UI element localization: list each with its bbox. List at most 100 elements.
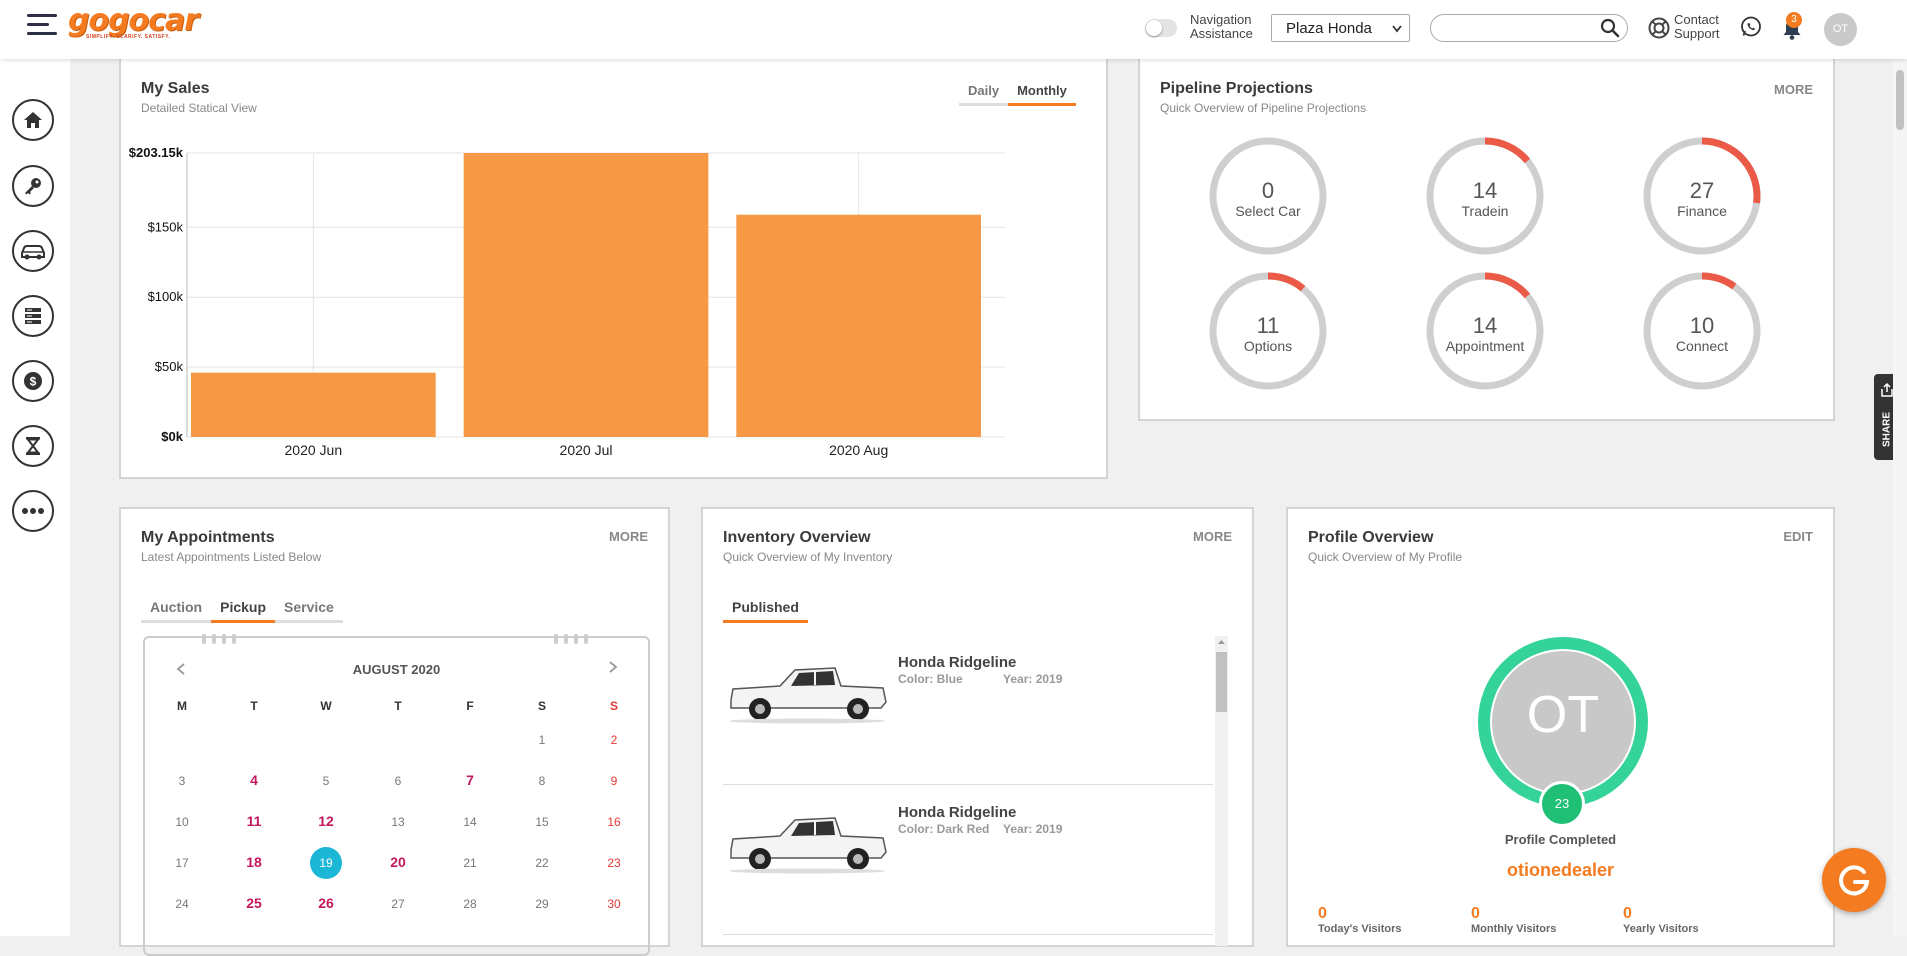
donut-label: Appointment bbox=[1446, 338, 1525, 354]
calendar-day: 11 bbox=[247, 813, 262, 829]
dealer-select[interactable]: Plaza Honda bbox=[1271, 14, 1410, 42]
inventory-overview-card: Inventory Overview Quick Overview of My … bbox=[701, 507, 1254, 947]
pipeline-donut-finance: 27Finance bbox=[1643, 137, 1761, 255]
page-scrollbar[interactable] bbox=[1893, 0, 1907, 936]
whatsapp-icon[interactable] bbox=[1739, 15, 1763, 39]
card-subtitle: Quick Overview of My Profile bbox=[1308, 550, 1463, 564]
inventory-scrollbar[interactable] bbox=[1215, 636, 1228, 946]
user-avatar[interactable]: OT bbox=[1824, 13, 1857, 46]
contact-support-link[interactable]: Contact Support bbox=[1674, 13, 1720, 41]
gogocar-g-icon bbox=[1839, 865, 1870, 896]
y-tick-label: $50k bbox=[155, 359, 184, 374]
sidebar-item-keys[interactable] bbox=[12, 165, 54, 207]
more-icon bbox=[22, 508, 44, 514]
my-sales-card: My Sales Detailed Statical View Daily Mo… bbox=[119, 46, 1108, 479]
calendar-day: 22 bbox=[535, 856, 549, 870]
calendar-day: 20 bbox=[390, 854, 406, 870]
profile-initials: OT bbox=[1526, 686, 1600, 744]
chevron-down-icon bbox=[1391, 15, 1403, 53]
visitor-stat: 0 Monthly Visitors bbox=[1471, 905, 1556, 935]
y-tick-label: $0k bbox=[161, 429, 183, 444]
pipeline-projections-card: Pipeline Projections Quick Overview of P… bbox=[1138, 46, 1835, 421]
tab-auction[interactable]: Auction bbox=[141, 599, 212, 623]
share-label: SHARE bbox=[1881, 412, 1893, 448]
calendar-grid: M T W T F S S1 23 4 5 6 7 8 910 11 12 13 14 15 1617 18 19 20 21… bbox=[175, 699, 621, 911]
gogocar-logo[interactable]: gogocar SIMPLIFY. CLARIFY. SATISFY. bbox=[68, 3, 199, 41]
home-icon bbox=[24, 112, 42, 128]
inventory-item[interactable]: Honda Ridgeline Color: Dark Red Year: 20… bbox=[723, 784, 1213, 935]
inventory-item[interactable]: Honda Ridgeline Color: Blue Year: 2019 bbox=[723, 634, 1213, 785]
pipeline-donuts: 0Select Car14Tradein27Finance11Options14… bbox=[1209, 137, 1761, 390]
appointments-more-link[interactable]: MORE bbox=[609, 529, 648, 544]
bar-2020-jul bbox=[463, 153, 709, 437]
calendar-day: 28 bbox=[463, 897, 477, 911]
dollar-icon: $ bbox=[24, 372, 42, 390]
visitor-count: 0 bbox=[1471, 905, 1480, 922]
donut-progress bbox=[1484, 137, 1531, 164]
donut-label: Connect bbox=[1676, 338, 1728, 354]
profile-username: otionedealer bbox=[1506, 860, 1615, 880]
scrollbar-thumb[interactable] bbox=[1216, 652, 1227, 712]
pipeline-donut-options: 11Options bbox=[1209, 272, 1327, 390]
visitor-stat: 0 Today's Visitors bbox=[1318, 905, 1402, 935]
car-image bbox=[729, 817, 887, 874]
donut-value: 27 bbox=[1690, 178, 1714, 203]
vehicle-year: Year: 2019 bbox=[1003, 822, 1063, 836]
scrollbar-thumb[interactable] bbox=[1896, 70, 1904, 130]
sidebar-item-more[interactable] bbox=[12, 490, 54, 532]
navigation-assistance-toggle[interactable] bbox=[1145, 19, 1177, 37]
calendar-day: 10 bbox=[175, 815, 189, 829]
vehicle-color: Color: Dark Red bbox=[898, 822, 990, 836]
sidebar-item-listings[interactable] bbox=[12, 295, 54, 337]
card-title: My Appointments bbox=[141, 529, 275, 546]
calendar-day: 5 bbox=[323, 774, 330, 788]
sidebar-item-history[interactable] bbox=[12, 425, 54, 467]
sidebar-item-home[interactable] bbox=[12, 99, 54, 141]
visitor-count: 0 bbox=[1623, 905, 1632, 922]
bar-2020-jun bbox=[191, 372, 436, 437]
scroll-up-icon[interactable] bbox=[1215, 636, 1228, 648]
x-tick-label: 2020 Jul bbox=[560, 442, 613, 458]
sidebar-item-inventory[interactable] bbox=[12, 230, 54, 272]
calendar-day: 30 bbox=[607, 897, 621, 911]
visitor-label: Today's Visitors bbox=[1318, 923, 1402, 935]
weekday-header: T bbox=[394, 699, 402, 713]
calendar-day: 21 bbox=[463, 856, 477, 870]
calendar-day: 2 bbox=[611, 733, 618, 747]
calendar-day: 15 bbox=[535, 815, 549, 829]
profile-edit-link[interactable]: EDIT bbox=[1783, 529, 1813, 544]
visitor-count: 0 bbox=[1318, 905, 1327, 922]
calendar-day: 17 bbox=[175, 856, 189, 870]
top-bar: gogocar SIMPLIFY. CLARIFY. SATISFY. Navi… bbox=[0, 0, 1907, 59]
donut-value: 14 bbox=[1473, 313, 1497, 338]
card-subtitle: Latest Appointments Listed Below bbox=[141, 550, 322, 564]
donut-value: 11 bbox=[1257, 313, 1280, 338]
lifebuoy-icon[interactable] bbox=[1648, 17, 1670, 39]
profile-overview-card: Profile Overview Quick Overview of My Pr… bbox=[1286, 507, 1835, 947]
weekday-header: T bbox=[250, 699, 258, 713]
weekday-header: S bbox=[610, 699, 618, 713]
notification-count-badge: 3 bbox=[1786, 12, 1802, 28]
sidebar-item-finance[interactable]: $ bbox=[12, 360, 54, 402]
calendar-day: 26 bbox=[318, 895, 334, 911]
donut-progress bbox=[1484, 272, 1531, 299]
search-icon[interactable] bbox=[1600, 18, 1620, 38]
donut-label: Options bbox=[1244, 338, 1292, 354]
visitor-stat: 0 Yearly Visitors bbox=[1623, 905, 1699, 935]
search-input[interactable] bbox=[1430, 14, 1628, 42]
hourglass-icon bbox=[25, 437, 41, 455]
chat-fab-button[interactable] bbox=[1822, 848, 1886, 912]
calendar-day: 8 bbox=[539, 774, 546, 788]
tab-service[interactable]: Service bbox=[275, 599, 343, 623]
profile-completion-badge: 23 bbox=[1539, 781, 1585, 827]
vehicle-name: Honda Ridgeline bbox=[898, 804, 1017, 821]
menu-icon[interactable] bbox=[27, 12, 57, 38]
my-appointments-card: My Appointments Latest Appointments List… bbox=[119, 507, 670, 956]
calendar-day: 6 bbox=[395, 774, 402, 788]
tab-published[interactable]: Published bbox=[723, 599, 808, 623]
card-title: Inventory Overview bbox=[723, 529, 871, 546]
inventory-more-link[interactable]: MORE bbox=[1193, 529, 1232, 544]
tab-pickup[interactable]: Pickup bbox=[211, 599, 276, 623]
logo-text: gogocar bbox=[68, 3, 199, 38]
calendar-day: 19 bbox=[319, 856, 333, 870]
